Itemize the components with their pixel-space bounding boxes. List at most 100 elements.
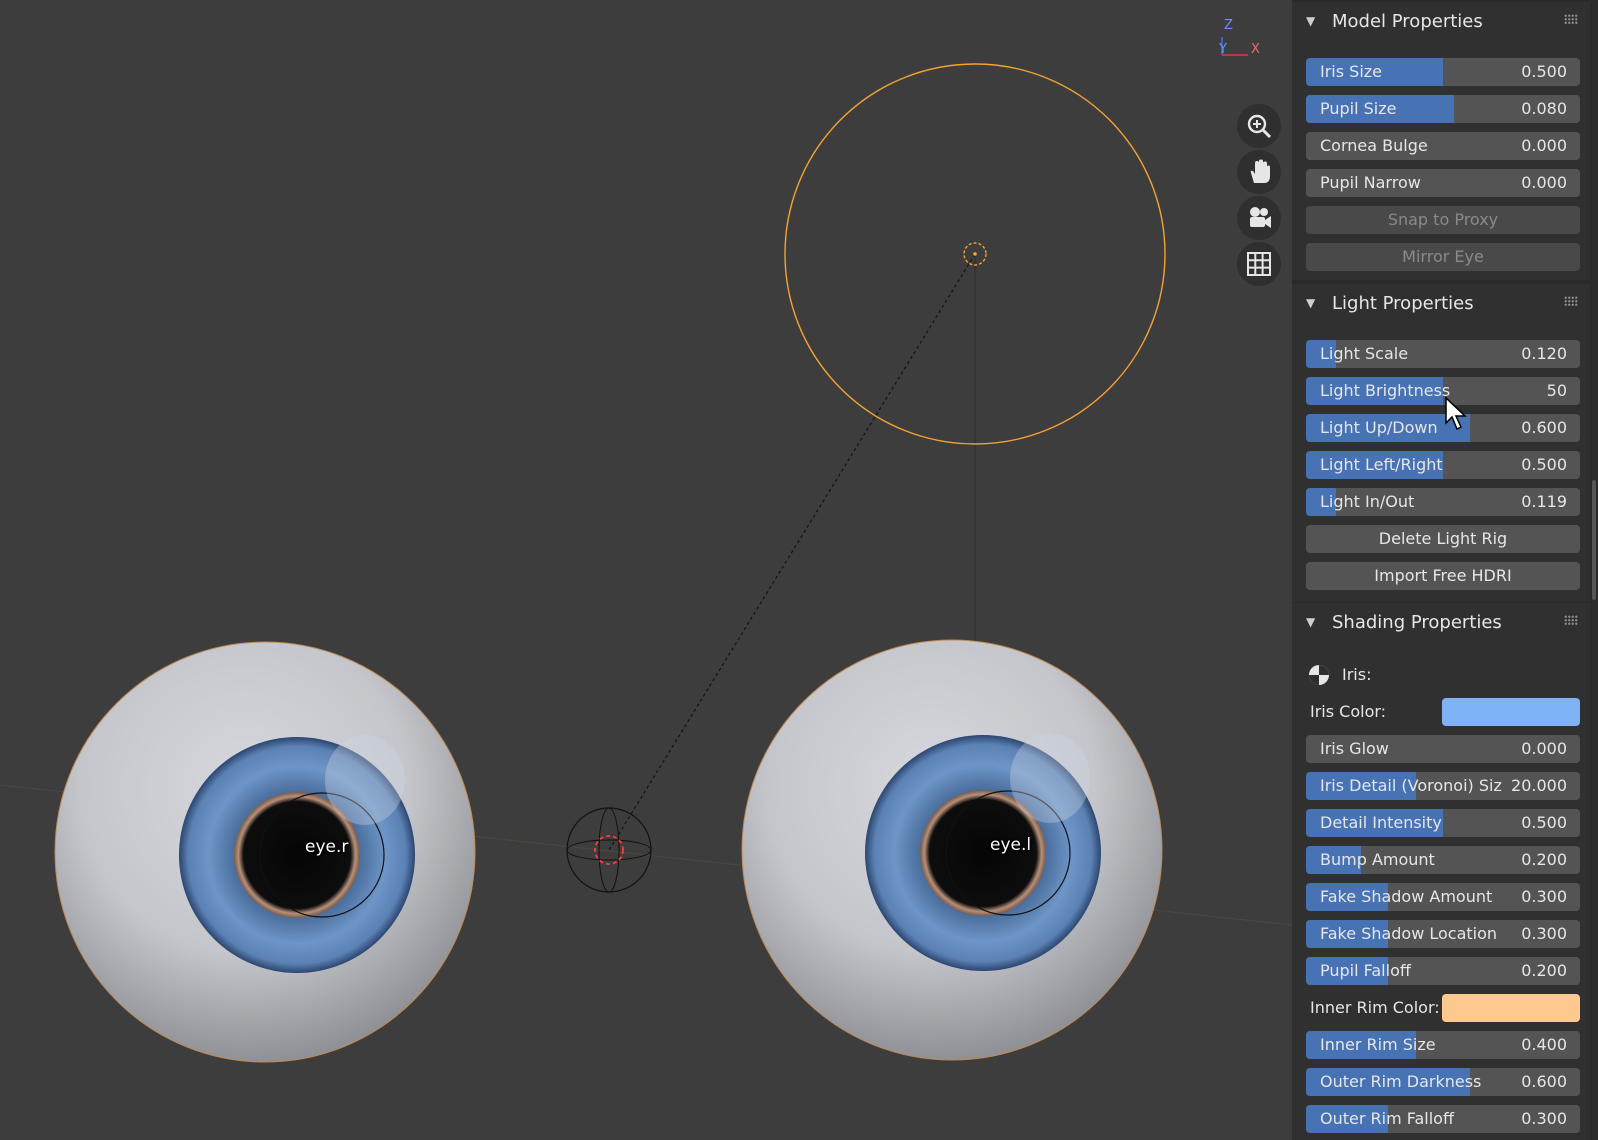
- slider-value: 0.080: [1521, 99, 1567, 118]
- sidebar-scrollbar[interactable]: [1592, 480, 1596, 600]
- outer-rim-falloff-slider[interactable]: Outer Rim Falloff 0.300: [1306, 1105, 1580, 1133]
- iris-detail-slider[interactable]: Iris Detail (Voronoi) Siz 20.000: [1306, 772, 1580, 800]
- hand-icon: [1250, 159, 1270, 183]
- pupil-size-slider[interactable]: Pupil Size 0.080: [1306, 95, 1580, 123]
- slider-label: Detail Intensity: [1320, 813, 1442, 832]
- inner-rim-color-swatch[interactable]: [1442, 994, 1580, 1022]
- sidebar-panel: ▼ Model Properties Iris Size 0.500 Pupil …: [1292, 0, 1598, 1140]
- model-properties-header[interactable]: ▼ Model Properties: [1292, 2, 1590, 40]
- slider-label: Inner Rim Size: [1320, 1035, 1436, 1054]
- slider-label: Iris Detail (Voronoi) Siz: [1320, 776, 1502, 795]
- iris-size-slider[interactable]: Iris Size 0.500: [1306, 58, 1580, 86]
- light-up-down-slider[interactable]: Light Up/Down 0.600: [1306, 414, 1580, 442]
- slider-value: 0.000: [1521, 136, 1567, 155]
- pupil-narrow-slider[interactable]: Pupil Narrow 0.000: [1306, 169, 1580, 197]
- slider-label: Outer Rim Falloff: [1320, 1109, 1454, 1128]
- collapse-triangle-icon: ▼: [1306, 615, 1316, 629]
- slider-value: 0.200: [1521, 961, 1567, 980]
- grid-button[interactable]: [1237, 242, 1281, 286]
- light-properties-body: Light Scale 0.120 Light Brightness 50 Ligh…: [1292, 322, 1590, 602]
- slider-label: Pupil Falloff: [1320, 961, 1411, 980]
- iris-color-label: Iris Color:: [1310, 702, 1387, 721]
- slider-value: 0.400: [1521, 1035, 1567, 1054]
- iris-glow-slider[interactable]: Iris Glow 0.000: [1306, 735, 1580, 763]
- outer-rim-darkness-slider[interactable]: Outer Rim Darkness 0.600: [1306, 1068, 1580, 1096]
- light-properties-header[interactable]: ▼ Light Properties: [1292, 284, 1590, 322]
- light-in-out-slider[interactable]: Light In/Out 0.119: [1306, 488, 1580, 516]
- viewport-scene: [0, 37, 1292, 1063]
- slider-value: 0.300: [1521, 924, 1567, 943]
- inner-rim-size-slider[interactable]: Inner Rim Size 0.400: [1306, 1031, 1580, 1059]
- panel-title: Light Properties: [1332, 292, 1474, 314]
- axis-z-label: Z: [1224, 18, 1233, 33]
- eye-l-mesh[interactable]: [741, 639, 1163, 1061]
- slider-value: 0.300: [1521, 887, 1567, 906]
- panel-title: Model Properties: [1332, 10, 1483, 32]
- slider-value: 0.000: [1521, 173, 1567, 192]
- slider-label: Cornea Bulge: [1320, 136, 1428, 155]
- axis-x-label: X: [1251, 42, 1260, 57]
- slider-label: Pupil Narrow: [1320, 173, 1421, 192]
- delete-light-rig-button[interactable]: Delete Light Rig: [1306, 525, 1580, 553]
- blender-window: eye.r eye.l Z Y X ▼ Model Properties Iri…: [0, 0, 1598, 1140]
- detail-intensity-slider[interactable]: Detail Intensity 0.500: [1306, 809, 1580, 837]
- slider-label: Iris Glow: [1320, 739, 1389, 758]
- collapse-triangle-icon: ▼: [1306, 14, 1316, 28]
- panel-title: Shading Properties: [1332, 611, 1502, 633]
- slider-value: 0.500: [1521, 455, 1567, 474]
- eye-l-label: eye.l: [990, 835, 1032, 855]
- fake-shadow-amount-slider[interactable]: Fake Shadow Amount 0.300: [1306, 883, 1580, 911]
- material-sphere-icon: [1309, 665, 1329, 685]
- slider-value: 0.119: [1521, 492, 1567, 511]
- slider-label: Light Brightness: [1320, 381, 1451, 400]
- slider-value: 0.000: [1521, 739, 1567, 758]
- axis-y-label: Y: [1219, 42, 1227, 57]
- drag-grip-icon[interactable]: [1564, 14, 1578, 24]
- eye-r-mesh[interactable]: [54, 641, 476, 1063]
- slider-label: Light In/Out: [1320, 492, 1415, 511]
- slider-value: 0.600: [1521, 1072, 1567, 1091]
- drag-grip-icon[interactable]: [1564, 615, 1578, 625]
- slider-label: Fake Shadow Location: [1320, 924, 1498, 943]
- light-left-right-slider[interactable]: Light Left/Right 0.500: [1306, 451, 1580, 479]
- model-properties-body: Iris Size 0.500 Pupil Size 0.080 Cornea Bu…: [1292, 40, 1590, 280]
- slider-label: Light Scale: [1320, 344, 1409, 363]
- light-scale-slider[interactable]: Light Scale 0.120: [1306, 340, 1580, 368]
- camera-icon: [1250, 207, 1271, 228]
- inner-rim-color-label: Inner Rim Color:: [1310, 998, 1440, 1017]
- slider-value: 0.300: [1521, 1109, 1567, 1128]
- fake-shadow-location-slider[interactable]: Fake Shadow Location 0.300: [1306, 920, 1580, 948]
- slider-value: 0.500: [1521, 62, 1567, 81]
- slider-label: Iris Size: [1320, 62, 1383, 81]
- slider-value: 0.200: [1521, 850, 1567, 869]
- bump-amount-slider[interactable]: Bump Amount 0.200: [1306, 846, 1580, 874]
- slider-value: 0.120: [1521, 344, 1567, 363]
- slider-value: 0.600: [1521, 418, 1567, 437]
- drag-grip-icon[interactable]: [1564, 296, 1578, 306]
- 3d-viewport[interactable]: eye.r eye.l Z Y X: [0, 0, 1292, 1140]
- light-brightness-slider[interactable]: Light Brightness 50: [1306, 377, 1580, 405]
- shading-properties-body: Iris: Iris Color: Iris Glow 0.000 Iris De…: [1292, 641, 1590, 1140]
- pupil-falloff-slider[interactable]: Pupil Falloff 0.200: [1306, 957, 1580, 985]
- slider-label: Light Left/Right: [1320, 455, 1443, 474]
- iris-color-swatch[interactable]: [1442, 698, 1580, 726]
- slider-label: Light Up/Down: [1320, 418, 1438, 437]
- pan-button[interactable]: [1237, 150, 1281, 194]
- slider-value: 0.500: [1521, 813, 1567, 832]
- slider-label: Pupil Size: [1320, 99, 1397, 118]
- camera-button[interactable]: [1237, 196, 1281, 240]
- slider-value: 50: [1546, 381, 1567, 400]
- zoom-in-icon: [1247, 114, 1272, 139]
- mirror-eye-button[interactable]: Mirror Eye: [1306, 243, 1580, 271]
- grid-icon: [1247, 252, 1271, 276]
- collapse-triangle-icon: ▼: [1306, 296, 1316, 310]
- slider-value: 20.000: [1511, 776, 1567, 795]
- zoom-button[interactable]: [1237, 104, 1281, 148]
- shading-properties-header[interactable]: ▼ Shading Properties: [1292, 603, 1590, 641]
- slider-label: Outer Rim Darkness: [1320, 1072, 1482, 1091]
- eye-r-label: eye.r: [305, 837, 349, 857]
- import-free-hdri-button[interactable]: Import Free HDRI: [1306, 562, 1580, 590]
- cornea-bulge-slider[interactable]: Cornea Bulge 0.000: [1306, 132, 1580, 160]
- slider-label: Bump Amount: [1320, 850, 1435, 869]
- snap-to-proxy-button[interactable]: Snap to Proxy: [1306, 206, 1580, 234]
